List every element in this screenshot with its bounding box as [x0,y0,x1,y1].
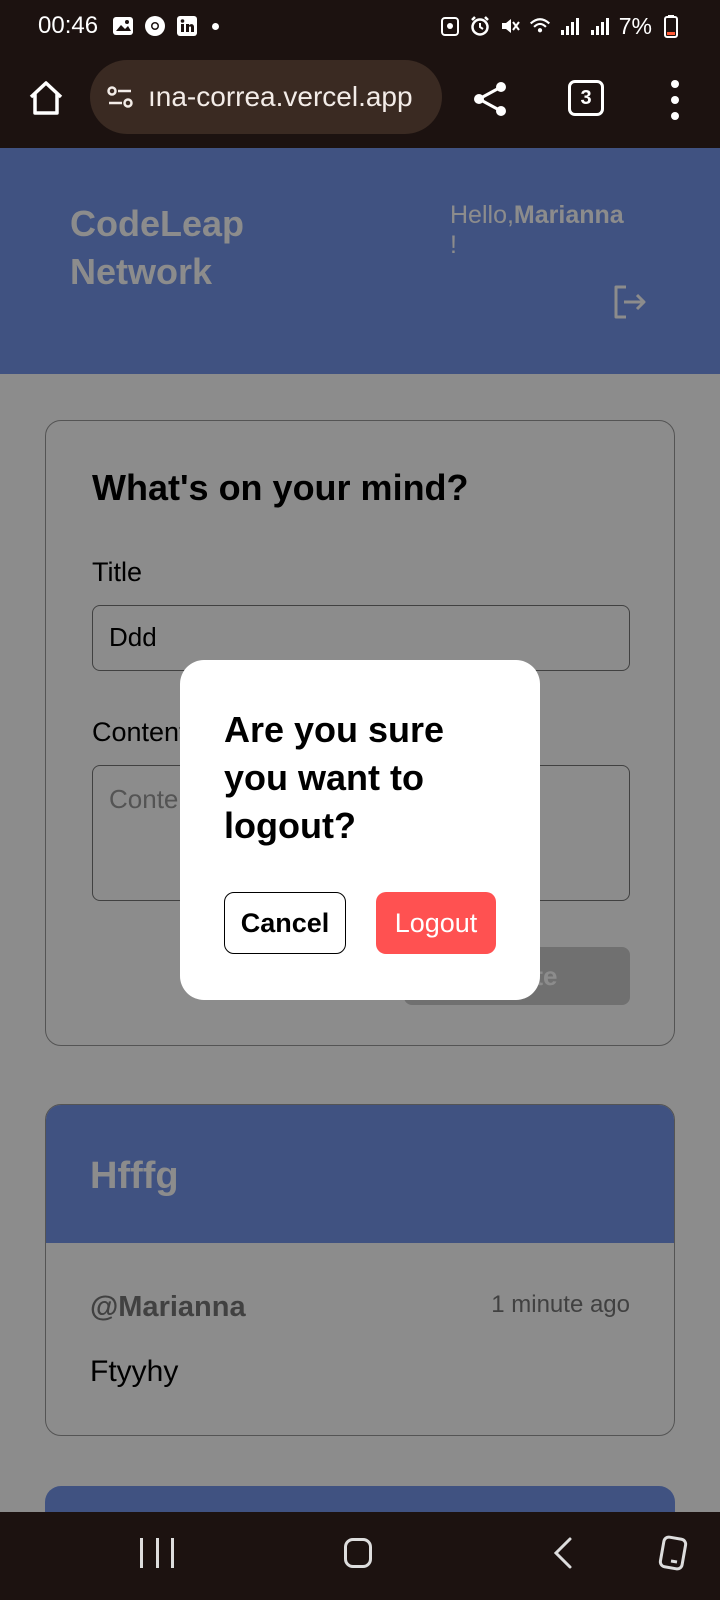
mute-icon [499,15,521,37]
signal-icon [559,15,581,37]
battery-icon [660,15,682,38]
alarm-icon [469,15,491,37]
system-home-button[interactable] [344,1538,372,1568]
system-back-button[interactable] [548,1536,578,1570]
notification-icons [112,15,220,37]
cancel-button[interactable]: Cancel [224,892,346,954]
modal-actions: Cancel Logout [224,892,496,954]
signal-icon-2 [589,15,611,37]
recent-bar [171,1538,174,1568]
share-button[interactable] [468,76,514,122]
site-settings-icon[interactable] [106,83,134,111]
confirm-logout-button[interactable]: Logout [376,892,496,954]
gallery-icon [112,15,134,37]
modal-message: Are you sure you want to logout? [224,709,445,846]
menu-dot [671,96,679,104]
chrome-icon [144,15,166,37]
menu-dot [671,112,679,120]
status-bar: 00:46 7% [0,0,720,52]
data-saver-icon [439,15,461,37]
system-nav-bar [0,1512,720,1600]
address-bar[interactable]: ına-correa.vercel.app [90,60,442,134]
status-time: 00:46 [38,12,99,39]
home-icon [29,81,63,115]
more-notifications-dot [212,22,220,30]
browser-toolbar: ına-correa.vercel.app 3 [0,52,720,148]
recent-bar [155,1538,159,1568]
share-icon [474,82,506,116]
logout-confirm-modal: Are you sure you want to logout? Cancel … [180,660,540,1000]
system-status-icons: 7% [439,13,682,40]
wifi-icon [529,15,551,37]
phone-rotate-icon [658,1535,688,1571]
browser-home-button[interactable] [22,74,70,122]
linkedin-icon [176,15,198,37]
back-chevron-icon [553,1537,572,1569]
recent-bar [140,1538,143,1568]
web-page: CodeLeap Network Hello,Marianna ! What's… [0,148,720,1512]
rotate-screen-button[interactable] [658,1534,688,1572]
browser-menu-button[interactable] [660,76,690,124]
menu-dot [671,80,679,88]
recent-apps-button[interactable] [140,1538,174,1568]
url-text: ına-correa.vercel.app [148,81,413,112]
battery-percent: 7% [618,12,652,39]
tab-switcher-button[interactable]: 3 [568,80,604,116]
